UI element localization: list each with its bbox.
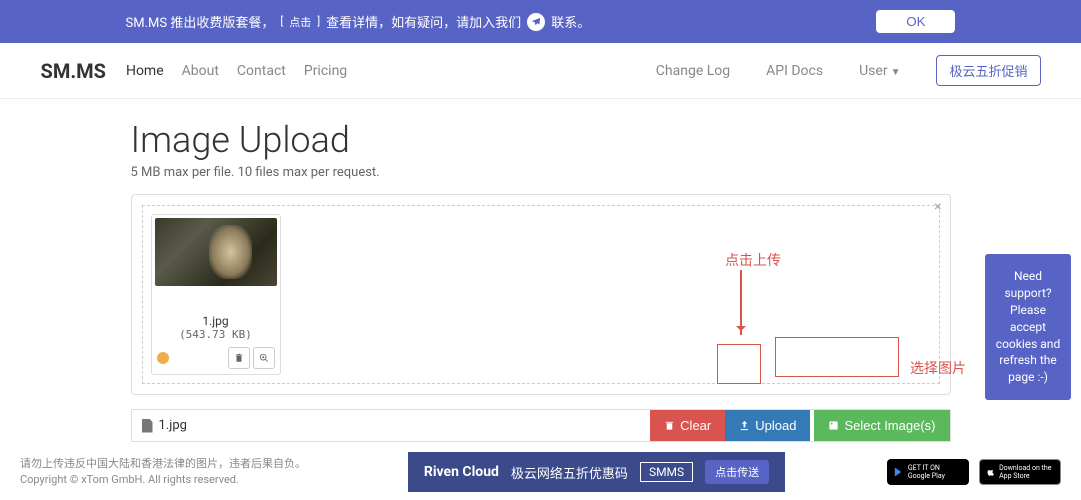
zoom-button[interactable] — [253, 347, 275, 369]
thumbnail-filesize: (543.73 KB) — [155, 328, 277, 341]
nav-home[interactable]: Home — [126, 63, 164, 79]
image-icon — [828, 420, 839, 431]
page-title: Image Upload — [131, 119, 951, 161]
play-icon — [893, 465, 904, 479]
thumbnail-image — [155, 218, 277, 286]
smms-badge: SMMS — [640, 462, 693, 482]
navbar: SM.MS Home About Contact Pricing Change … — [0, 43, 1081, 99]
annotation-arrow — [740, 270, 742, 335]
file-icon — [142, 419, 153, 433]
banner-click-link[interactable]: 点击 — [289, 14, 311, 30]
file-bar: 1.jpg Clear Upload Select Image(s) — [131, 409, 951, 442]
banner-contact: 联系。 — [551, 12, 590, 31]
riven-logo: Riven Cloud — [424, 464, 499, 480]
dropzone[interactable]: 1.jpg (543.73 KB) — [142, 205, 940, 384]
promo-banner: SM.MS 推出收费版套餐， [ 点击 ] 查看详情，如有疑问，请加入我们 联系… — [0, 0, 1081, 43]
app-store-badge[interactable]: Download on the App Store — [979, 459, 1061, 485]
nav-apidocs[interactable]: API Docs — [766, 63, 823, 79]
upload-icon — [739, 420, 750, 431]
close-icon[interactable]: × — [934, 199, 941, 215]
nav-contact[interactable]: Contact — [237, 63, 286, 79]
filename-text: 1.jpg — [159, 418, 187, 433]
telegram-icon[interactable] — [527, 13, 545, 31]
chevron-down-icon: ▼ — [891, 67, 901, 78]
thumbnail-card: 1.jpg (543.73 KB) — [151, 214, 281, 375]
nav-about[interactable]: About — [182, 63, 219, 79]
promo-button[interactable]: 极云五折促销 — [936, 55, 1040, 86]
filename-display: 1.jpg — [132, 410, 651, 441]
riven-text: 极云网络五折优惠码 — [511, 463, 628, 482]
zoom-icon — [259, 353, 269, 363]
riven-banner[interactable]: Riven Cloud 极云网络五折优惠码 SMMS 点击传送 — [408, 452, 785, 492]
google-play-badge[interactable]: GET IT ON Google Play — [887, 459, 969, 485]
footer: 请勿上传违反中国大陆和香港法律的图片，违者后果自负。 Copyright © x… — [0, 444, 1081, 500]
clear-button[interactable]: Clear — [650, 410, 725, 441]
brand-logo[interactable]: SM.MS — [41, 59, 106, 83]
support-widget[interactable]: Need support? Please accept cookies and … — [985, 254, 1071, 400]
upload-panel: × 1.jpg (543.73 KB) — [131, 194, 951, 395]
footer-text: 请勿上传违反中国大陆和香港法律的图片，违者后果自负。 Copyright © x… — [20, 456, 306, 489]
select-images-button[interactable]: Select Image(s) — [814, 410, 949, 441]
nav-changelog[interactable]: Change Log — [656, 63, 730, 79]
apple-icon — [986, 465, 995, 479]
riven-button[interactable]: 点击传送 — [705, 460, 769, 484]
banner-prefix: SM.MS 推出收费版套餐， — [126, 12, 275, 31]
trash-icon — [234, 353, 244, 363]
ok-button[interactable]: OK — [876, 10, 955, 33]
bracket: [ — [280, 15, 283, 28]
nav-pricing[interactable]: Pricing — [304, 63, 347, 79]
page-subtitle: 5 MB max per file. 10 files max per requ… — [131, 165, 951, 180]
bracket: ] — [317, 15, 320, 28]
spinner-icon — [157, 352, 169, 364]
banner-detail: 查看详情，如有疑问，请加入我们 — [326, 12, 521, 31]
nav-user-dropdown[interactable]: User▼ — [859, 63, 900, 79]
upload-button[interactable]: Upload — [725, 410, 810, 441]
delete-button[interactable] — [228, 347, 250, 369]
thumbnail-filename: 1.jpg — [155, 314, 277, 328]
trash-icon — [664, 420, 675, 431]
